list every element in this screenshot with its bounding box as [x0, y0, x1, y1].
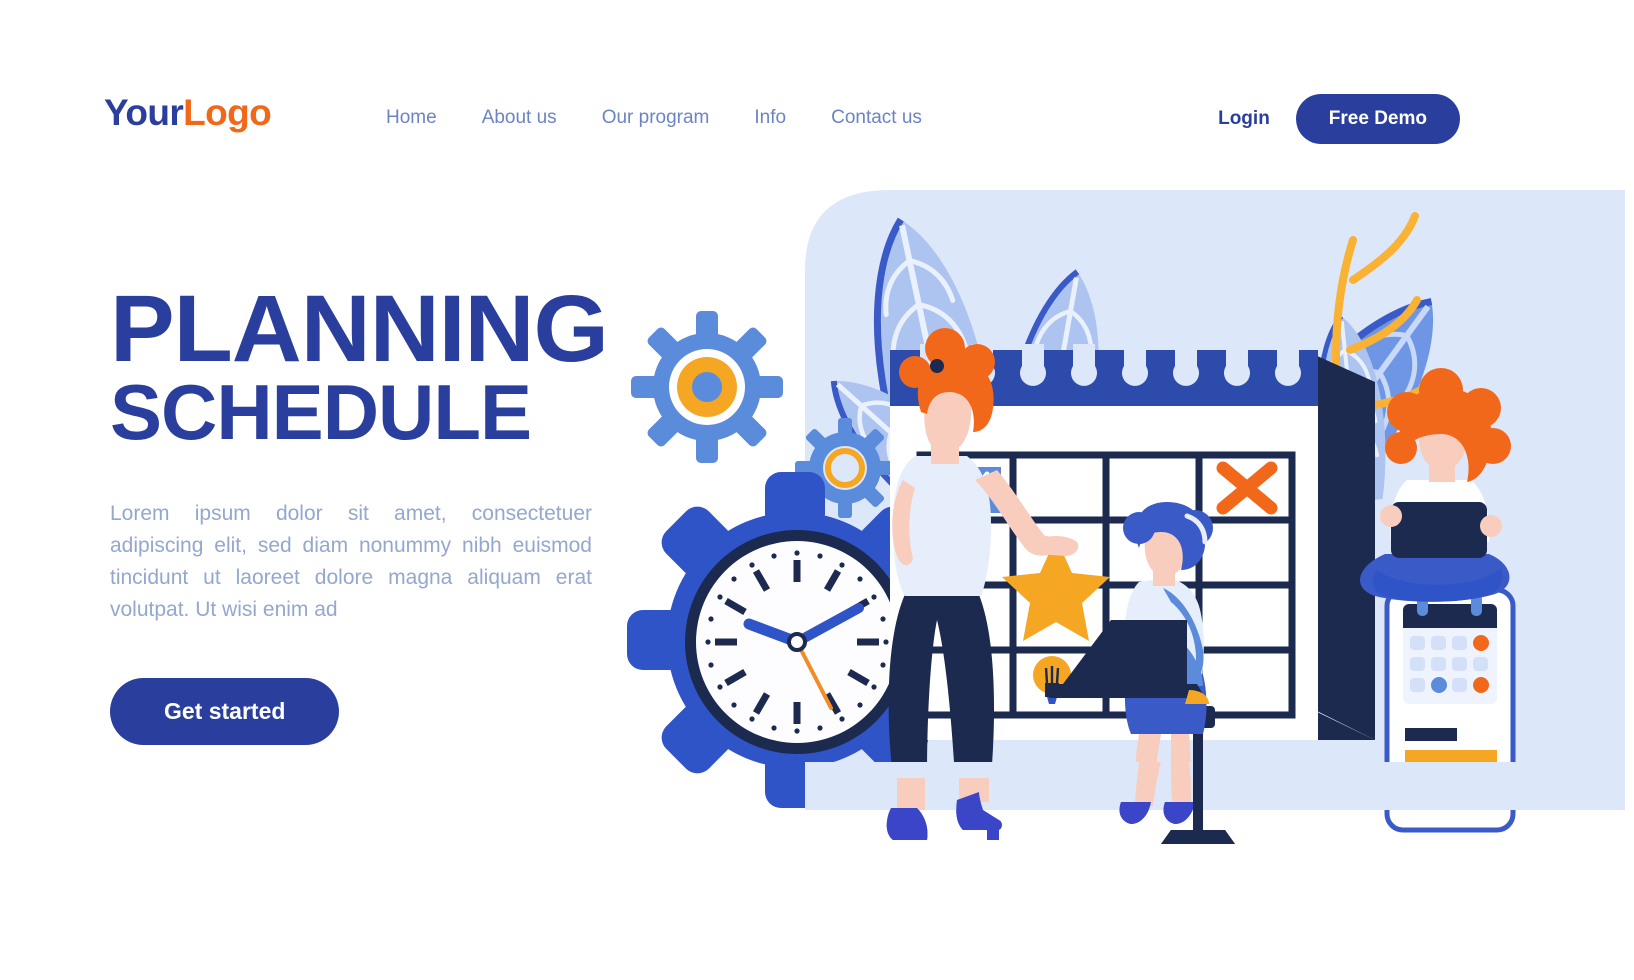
login-link[interactable]: Login: [1218, 108, 1270, 130]
logo[interactable]: YourLogo: [104, 92, 272, 134]
hero-illustration: [615, 150, 1625, 950]
nav-item-our-program[interactable]: Our program: [602, 103, 710, 133]
landing-page: YourLogo Home About us Our program Info …: [0, 0, 1634, 980]
hero-paragraph: Lorem ipsum dolor sit amet, consectetuer…: [110, 502, 592, 621]
logo-text-primary: Your: [104, 92, 184, 133]
nav-item-info[interactable]: Info: [754, 103, 786, 133]
wall-clock: [685, 530, 909, 754]
page-title: PLANNING SCHEDULE: [110, 282, 670, 456]
free-demo-button[interactable]: Free Demo: [1295, 94, 1460, 144]
floor-strip: [805, 762, 1625, 810]
phone-calendar-widget: [1403, 594, 1497, 704]
nav-item-home[interactable]: Home: [386, 103, 437, 133]
page-title-line2: SCHEDULE: [110, 367, 532, 456]
site-header: YourLogo Home About us Our program Info …: [0, 0, 1634, 200]
page-title-line1: PLANNING: [110, 276, 609, 382]
logo-text-accent: Logo: [183, 92, 272, 133]
nav-item-contact-us[interactable]: Contact us: [831, 103, 922, 133]
nav-item-about-us[interactable]: About us: [482, 103, 557, 133]
hero-copy: PLANNING SCHEDULE Lorem ipsum dolor sit …: [110, 282, 670, 745]
main-navigation: Home About us Our program Info Contact u…: [386, 103, 922, 133]
get-started-button[interactable]: Get started: [110, 677, 340, 745]
header-actions: Login Free Demo: [1218, 94, 1460, 144]
